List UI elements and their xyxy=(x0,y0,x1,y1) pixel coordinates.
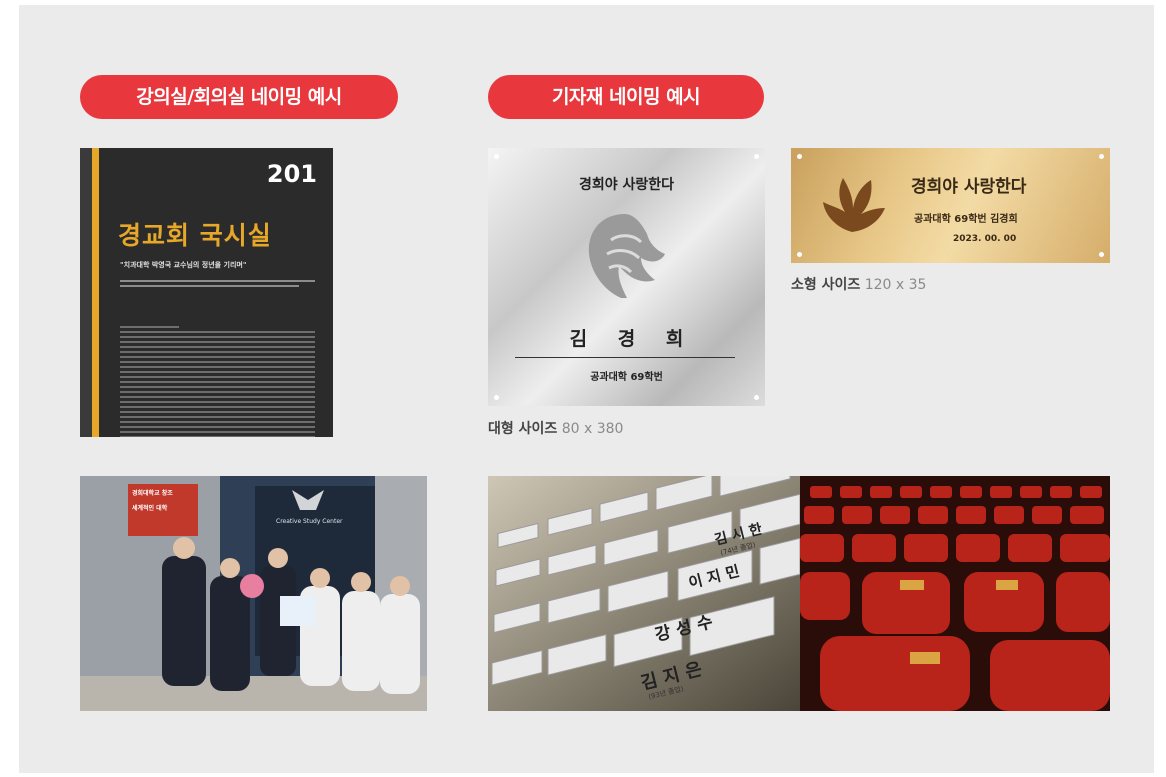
small-plate-affiliation: 공과대학 69학번 김경희 xyxy=(914,214,1018,225)
lion-logo-icon xyxy=(588,214,665,298)
plaque-donor-list xyxy=(120,326,315,437)
nameplate-wall-photo: 이 지 민 김 시 한 강 성 수 김 지 은 (93년 졸업) (74년 졸업… xyxy=(488,476,800,711)
magnolia-logo-icon xyxy=(823,178,885,232)
small-size-caption: 소형 사이즈 120 x 35 xyxy=(791,274,926,294)
screw-dot xyxy=(797,154,802,159)
equipment-naming-heading: 기자재 네이밍 예시 xyxy=(488,75,764,119)
small-plate-date: 2023. 00. 00 xyxy=(953,234,1017,244)
screw-dot xyxy=(494,154,499,159)
large-silver-plate: 경희야 사랑한다 김 경 희 공과대학 69학번 xyxy=(488,148,765,406)
large-plate-motto: 경희야 사랑한다 xyxy=(578,177,675,193)
plaque-room-name: 경교회 국시실 xyxy=(118,221,272,250)
small-size-value: 120 x 35 xyxy=(864,277,927,293)
ceremony-banner-text: 경희대학교 창조 세계적인 대학 xyxy=(132,488,173,512)
screw-dot xyxy=(1099,252,1104,257)
screw-dot xyxy=(754,395,759,400)
screw-dot xyxy=(754,154,759,159)
screw-dot xyxy=(1099,154,1104,159)
small-plate-motto: 경희야 사랑한다 xyxy=(911,177,1027,197)
screw-dot xyxy=(494,395,499,400)
auditorium-seats-scene xyxy=(800,476,1110,711)
large-size-caption: 대형 사이즈 80 x 380 xyxy=(488,418,623,438)
lecture-room-naming-heading: 강의실/회의실 네이밍 예시 xyxy=(80,75,398,119)
screw-dot xyxy=(797,252,802,257)
ceremony-photo: 경희대학교 창조 세계적인 대학 Creative Study Center xyxy=(80,476,427,711)
large-plate-name: 김 경 희 xyxy=(569,328,696,350)
auditorium-seats-photo xyxy=(800,476,1110,711)
large-size-label: 대형 사이즈 xyxy=(488,421,558,437)
ceremony-sign-text: Creative Study Center xyxy=(276,518,343,525)
small-gold-plate: 경희야 사랑한다 공과대학 69학번 김경희 2023. 00. 00 xyxy=(791,148,1110,263)
ceremony-banner-line-1: 경희대학교 창조 xyxy=(132,490,173,497)
ceremony-banner-line-2: 세계적인 대학 xyxy=(132,505,168,512)
lecture-room-plaque-image: 201 경교회 국시실 "치과대학 박영국 교수님의 정년을 기리며" xyxy=(80,148,333,437)
large-plate-divider xyxy=(515,357,735,358)
large-size-value: 80 x 380 xyxy=(561,421,624,437)
large-plate-affiliation: 공과대학 69학번 xyxy=(590,372,663,383)
plaque-text-lines xyxy=(120,280,315,290)
plaque-edge xyxy=(80,148,92,437)
plaque-gold-stripe xyxy=(92,148,99,437)
plaque-room-number: 201 xyxy=(266,160,317,188)
small-size-label: 소형 사이즈 xyxy=(791,277,861,293)
plaque-quote: "치과대학 박영국 교수님의 정년을 기리며" xyxy=(120,261,247,269)
